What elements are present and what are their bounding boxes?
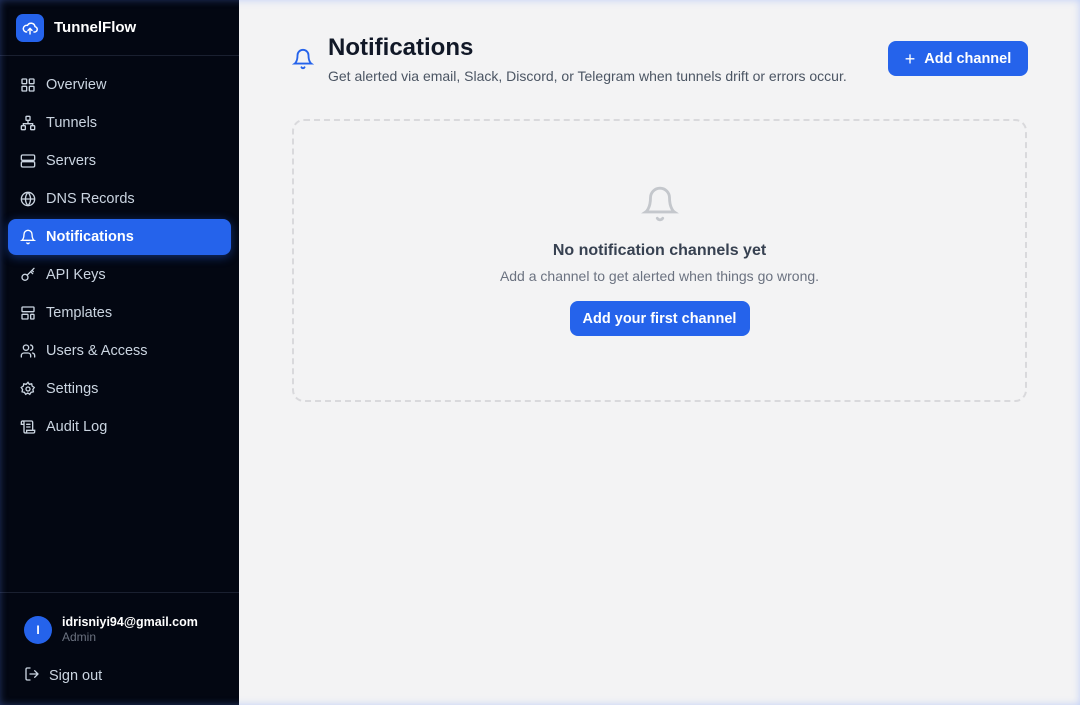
- sign-out-label: Sign out: [49, 668, 103, 684]
- brand-name: TunnelFlow: [54, 19, 137, 36]
- sidebar-item-label: Tunnels: [46, 115, 98, 131]
- network-icon: [20, 115, 36, 131]
- sidebar-item-settings[interactable]: Settings: [8, 371, 231, 407]
- app-shell: TunnelFlow Overview Tunnels Servers DNS …: [0, 0, 1080, 705]
- add-channel-label: Add channel: [924, 50, 1012, 67]
- sidebar-item-label: Servers: [46, 153, 96, 169]
- grid-icon: [20, 77, 36, 93]
- sidebar-item-api-keys[interactable]: API Keys: [8, 257, 231, 293]
- sidebar-item-label: API Keys: [46, 267, 106, 283]
- sidebar-footer: I idrisniyi94@gmail.com Admin Sign out: [0, 592, 239, 705]
- sidebar-item-audit-log[interactable]: Audit Log: [8, 409, 231, 445]
- sidebar-item-label: DNS Records: [46, 191, 135, 207]
- sidebar-item-label: Notifications: [46, 229, 134, 245]
- bell-icon: [291, 48, 315, 75]
- sidebar-item-users-access[interactable]: Users & Access: [8, 333, 231, 369]
- sidebar-item-label: Users & Access: [46, 343, 148, 359]
- main-content: Notifications Get alerted via email, Sla…: [239, 0, 1080, 705]
- sidebar-item-label: Audit Log: [46, 419, 108, 435]
- page-title: Notifications: [328, 34, 474, 61]
- sidebar-item-overview[interactable]: Overview: [8, 67, 231, 103]
- bell-icon: [640, 185, 679, 228]
- sidebar-item-servers[interactable]: Servers: [8, 143, 231, 179]
- add-channel-button[interactable]: + Add channel: [888, 41, 1028, 76]
- empty-state-card: No notification channels yet Add a chann…: [292, 119, 1027, 402]
- sidebar-item-label: Settings: [46, 381, 99, 397]
- users-icon: [20, 343, 36, 359]
- brand[interactable]: TunnelFlow: [0, 0, 239, 56]
- sidebar-item-label: Overview: [46, 77, 107, 93]
- sidebar-item-dns-records[interactable]: DNS Records: [8, 181, 231, 217]
- user-email: idrisniyi94@gmail.com: [62, 615, 198, 629]
- sign-out-button[interactable]: Sign out: [24, 666, 102, 686]
- cloud-upload-icon: [16, 13, 44, 42]
- sidebar: TunnelFlow Overview Tunnels Servers DNS …: [0, 0, 239, 705]
- layout-icon: [20, 305, 36, 321]
- log-out-icon: [24, 666, 40, 686]
- globe-icon: [20, 191, 36, 207]
- sidebar-item-templates[interactable]: Templates: [8, 295, 231, 331]
- bell-icon: [20, 229, 36, 245]
- server-icon: [20, 153, 36, 169]
- gear-icon: [20, 381, 36, 397]
- avatar: I: [24, 616, 52, 644]
- sidebar-item-notifications[interactable]: Notifications: [8, 219, 231, 255]
- user-role: Admin: [62, 630, 97, 644]
- user-profile[interactable]: I idrisniyi94@gmail.com Admin: [24, 615, 198, 645]
- user-info: idrisniyi94@gmail.com Admin: [62, 615, 198, 645]
- add-first-channel-button[interactable]: Add your first channel: [569, 301, 750, 336]
- empty-state-description: Add a channel to get alerted when things…: [499, 268, 820, 284]
- page-subtitle: Get alerted via email, Slack, Discord, o…: [328, 68, 847, 84]
- sidebar-item-tunnels[interactable]: Tunnels: [8, 105, 231, 141]
- sidebar-item-label: Templates: [46, 305, 113, 321]
- plus-icon: +: [904, 48, 916, 69]
- key-icon: [20, 267, 36, 283]
- sidebar-nav: Overview Tunnels Servers DNS Records Not…: [0, 56, 239, 447]
- empty-state-title: No notification channels yet: [552, 242, 767, 259]
- scroll-icon: [20, 419, 36, 435]
